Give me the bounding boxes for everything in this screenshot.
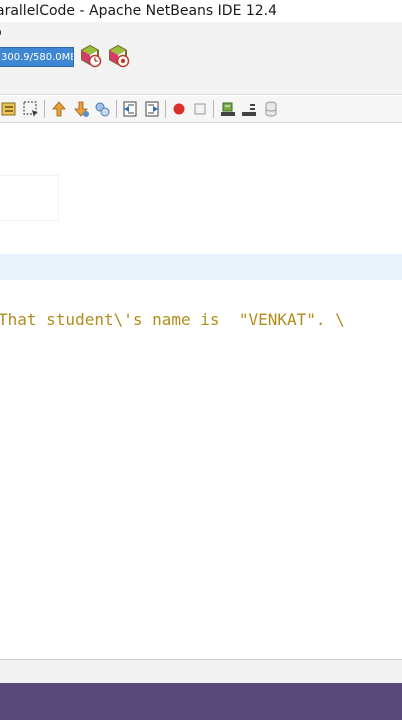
stop-macro-icon[interactable] [191,100,209,118]
toolbar-separator [116,100,117,118]
window-title: arallelCode - Apache NetBeans IDE 12.4 [0,3,278,19]
toolbar-separator [213,100,214,118]
select-rectangle-icon[interactable] [22,100,40,118]
profile-snapshot-icon[interactable] [78,44,102,68]
memory-usage-indicator[interactable]: 300.9/580.0MB [0,47,74,67]
shift-right-icon[interactable] [143,100,161,118]
database-icon[interactable] [262,100,280,118]
toolbar-separator [44,100,45,118]
memory-usage-label: 300.9/580.0MB [1,52,74,63]
menu-bar: p [0,22,402,42]
toolbar-separator [165,100,166,118]
profile-heapdump-icon[interactable] [106,44,130,68]
os-taskbar [0,683,402,720]
string-literal-line: That student\'s name is "VENKAT". \ [0,310,345,329]
next-bookmark-icon[interactable] [72,100,90,118]
shift-left-icon[interactable] [121,100,139,118]
toggle-highlight-icon[interactable] [93,100,111,118]
window-title-bar: arallelCode - Apache NetBeans IDE 12.4 [0,0,402,22]
editor-faint-box [0,175,59,221]
closing-bracket: ) [0,259,1,275]
uncomment-icon[interactable] [240,100,258,118]
toggle-bookmark-icon[interactable] [0,100,18,118]
comment-icon[interactable] [219,100,237,118]
status-bar [0,659,402,684]
code-editor[interactable] [0,123,402,658]
previous-bookmark-icon[interactable] [50,100,68,118]
menu-item-help[interactable]: p [0,22,2,42]
start-macro-icon[interactable] [170,100,188,118]
current-line-highlight [0,254,402,280]
